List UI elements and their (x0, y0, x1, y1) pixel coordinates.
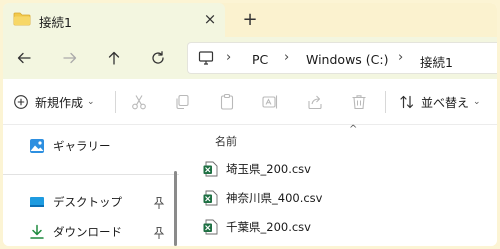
plus-circle-icon (14, 95, 28, 109)
tab-title: 接続1 (39, 15, 72, 30)
breadcrumb-folder[interactable]: 接続1 (420, 52, 453, 71)
folder-icon (13, 12, 31, 26)
rename-icon[interactable] (261, 93, 279, 111)
chevron-right-icon: › (398, 50, 404, 65)
nav-item-label: デスクトップ (53, 195, 122, 209)
new-button[interactable]: 新規作成 ⌄ (13, 91, 95, 113)
tab-current-folder[interactable]: 接続1 × (3, 3, 225, 37)
tab-strip: 接続1 × + (3, 3, 497, 37)
up-button[interactable] (103, 47, 125, 69)
nav-item-gallery[interactable]: ギャラリー (29, 136, 111, 156)
nav-item-label: ギャラリー (53, 139, 111, 153)
breadcrumb-drive[interactable]: Windows (C:) (306, 52, 388, 67)
nav-item-downloads[interactable]: ダウンロード (29, 222, 122, 242)
navigation-pane: ギャラリー デスクトップ ダウンロード (3, 126, 179, 246)
chevron-down-icon: ⌄ (473, 97, 481, 107)
nav-divider (3, 174, 179, 175)
scrollbar[interactable] (174, 171, 177, 246)
nav-item-desktop[interactable]: デスクトップ (29, 192, 122, 212)
arrow-left-icon (17, 52, 31, 64)
excel-csv-icon (203, 161, 218, 177)
file-name: 神奈川県_400.csv (226, 191, 323, 205)
file-row[interactable]: 埼玉県_200.csv (203, 160, 311, 178)
pin-icon[interactable] (153, 226, 165, 240)
file-list: ^ 名前 埼玉県_200.csv 神奈川県_400.csv 千葉県_200.cs… (179, 124, 497, 246)
refresh-icon (152, 51, 164, 64)
explorer-window: 接続1 × + › PC › Windows (C:) › 接続1 新規作成 ⌄… (3, 3, 497, 246)
copy-icon[interactable] (173, 93, 191, 111)
pc-icon (198, 51, 214, 65)
new-tab-button[interactable]: + (239, 9, 261, 31)
download-icon (30, 224, 44, 239)
paste-icon[interactable] (218, 93, 236, 111)
address-row: › PC › Windows (C:) › 接続1 (3, 37, 497, 79)
divider (115, 91, 116, 113)
back-button[interactable] (13, 47, 35, 69)
sort-button[interactable]: 並べ替え ⌄ (399, 91, 481, 113)
divider (385, 91, 386, 113)
cut-icon[interactable] (130, 93, 148, 111)
chevron-down-icon: ⌄ (87, 97, 95, 107)
excel-csv-icon (203, 219, 218, 235)
refresh-button[interactable] (147, 47, 169, 69)
excel-csv-icon (203, 190, 218, 206)
arrow-up-icon (108, 51, 120, 65)
pin-icon[interactable] (153, 196, 165, 210)
gallery-icon (30, 139, 44, 153)
column-header-name[interactable]: 名前 (215, 133, 237, 149)
nav-item-label: ダウンロード (53, 225, 122, 239)
forward-button[interactable] (59, 47, 81, 69)
sort-button-label: 並べ替え (421, 95, 470, 110)
trash-icon[interactable] (350, 93, 368, 111)
close-icon[interactable]: × (201, 10, 219, 28)
arrow-right-icon (63, 52, 77, 64)
sort-ascending-icon: ^ (349, 124, 358, 135)
command-bar: 新規作成 ⌄ 並べ替え ⌄ (3, 79, 497, 125)
chevron-right-icon: › (226, 50, 232, 65)
chevron-right-icon: › (284, 50, 290, 65)
address-bar[interactable]: › PC › Windows (C:) › 接続1 (187, 42, 497, 74)
sort-icon (400, 95, 414, 109)
file-name: 埼玉県_200.csv (226, 162, 311, 176)
file-row[interactable]: 千葉県_200.csv (203, 218, 311, 236)
share-icon[interactable] (306, 93, 324, 111)
desktop-icon (30, 197, 44, 207)
breadcrumb-pc[interactable]: PC (252, 52, 268, 67)
new-button-label: 新規作成 (35, 95, 84, 110)
file-name: 千葉県_200.csv (226, 220, 311, 234)
file-row[interactable]: 神奈川県_400.csv (203, 189, 322, 207)
